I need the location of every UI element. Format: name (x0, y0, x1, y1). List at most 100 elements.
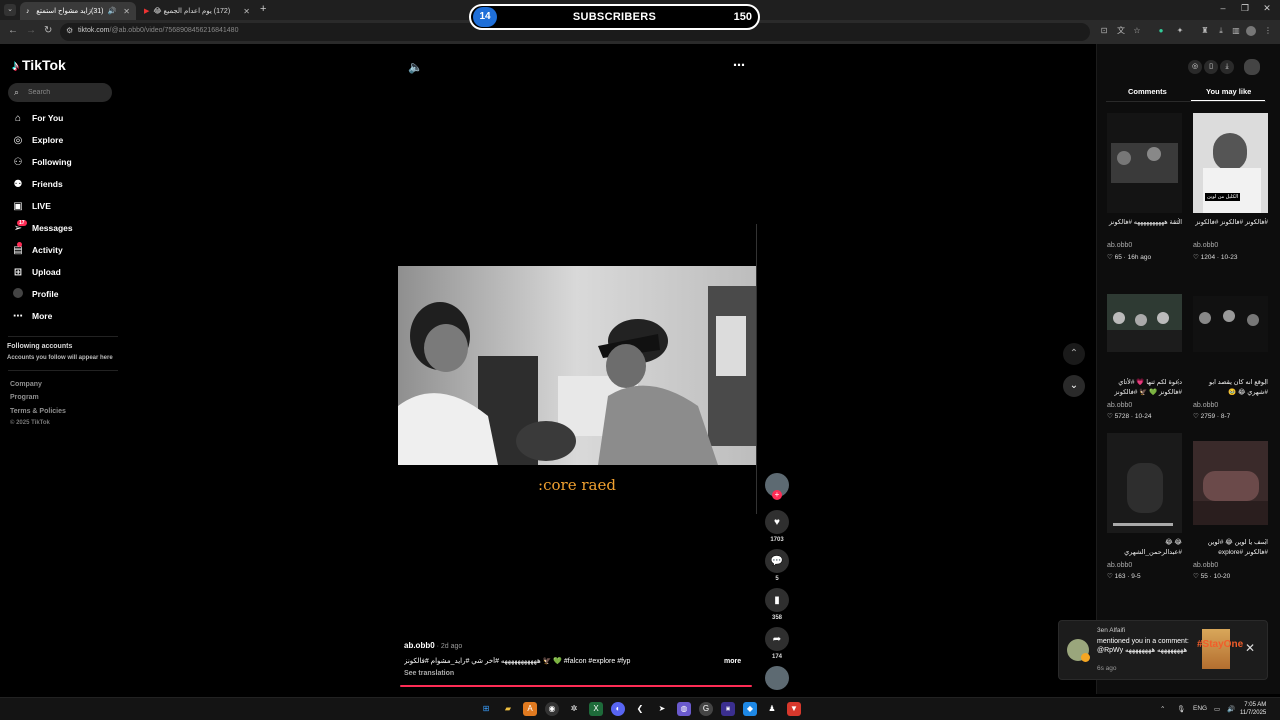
sidebar-item-for-you[interactable]: ⌂ For You (12, 110, 63, 126)
sidebar-item-activity[interactable]: ▤ Activity (12, 241, 63, 258)
tray-expand-icon[interactable]: ⌃ (1160, 705, 1165, 713)
previous-video-button[interactable]: ⌃ (1063, 343, 1085, 365)
puzzle-icon[interactable]: ✦ (1175, 26, 1185, 36)
close-icon[interactable]: ✕ (1245, 641, 1255, 655)
card-author[interactable]: ab.obb0 (1193, 242, 1218, 249)
microphone-icon[interactable]: 🎙 (1177, 705, 1185, 713)
card-title[interactable]: #فالكونز #فالكونز #فالكونز 🦅 💚 ههههههههه… (1193, 218, 1268, 228)
description-more-button[interactable]: more (724, 658, 741, 665)
mention-notification-toast[interactable]: 3en Alfaifi mentioned you in a comment: … (1058, 620, 1268, 680)
app-icon[interactable]: ❮ (633, 702, 647, 716)
card-menu-icon[interactable]: ⋮ (1175, 217, 1182, 225)
discord-icon[interactable]: ◐ (611, 702, 625, 716)
chrome-icon[interactable]: ◉ (545, 702, 559, 716)
app-icon[interactable]: ◍ (677, 702, 691, 716)
excel-icon[interactable]: X (589, 702, 603, 716)
tab-close-icon[interactable]: ✕ (123, 7, 130, 16)
profile-avatar-icon[interactable] (1246, 26, 1256, 36)
share-button[interactable]: ➦ (765, 627, 789, 651)
windows-start-icon[interactable]: ⊞ (479, 702, 493, 716)
tab-audio-icon[interactable]: 🔊 (108, 7, 117, 15)
language-indicator[interactable]: ENG (1193, 705, 1207, 712)
card-title[interactable]: الوقع انه كان يقصد ابو #شهري 😂 🥹 (1193, 378, 1268, 398)
sidebar-item-friends[interactable]: ⚉ Friends (12, 176, 63, 192)
file-explorer-icon[interactable]: ▰ (501, 702, 515, 716)
forward-icon[interactable]: → (26, 25, 36, 36)
app-icon[interactable]: ♟ (765, 702, 779, 716)
card-author[interactable]: ab.obb0 (1193, 562, 1218, 569)
card-title[interactable]: اسف يا لوين 😂 #لوين #فالكونز #explore (1193, 538, 1268, 558)
more-options-icon[interactable]: ⋯ (733, 58, 745, 72)
minimize-button[interactable]: – (1212, 3, 1234, 13)
sidebar-item-live[interactable]: ▣ LIVE (12, 198, 51, 214)
video-card-thumbnail[interactable] (1193, 296, 1268, 352)
restore-button[interactable]: ❐ (1234, 3, 1256, 14)
see-translation-link[interactable]: See translation (404, 670, 454, 677)
download-icon[interactable]: ⤓ (1220, 60, 1234, 74)
footer-program-link[interactable]: Program (10, 394, 39, 401)
card-title[interactable]: الثقة ههههههههههه #فالكونز 💚 🦅 #فالكونز (1107, 218, 1182, 228)
video-author[interactable]: ab.obb0 · 2d ago (404, 641, 462, 650)
app-icon[interactable]: ◆ (743, 702, 757, 716)
card-menu-icon[interactable]: ⋮ (1175, 378, 1182, 386)
like-button[interactable]: ♥ (765, 510, 789, 534)
comment-button[interactable]: 💬 (765, 549, 789, 573)
extension-icon[interactable]: ● (1156, 26, 1166, 36)
install-icon[interactable]: ⊡ (1099, 26, 1109, 36)
network-icon[interactable]: ▭ (1214, 705, 1220, 713)
download-icon[interactable]: ⤓ (1216, 26, 1226, 36)
bookmark-star-icon[interactable]: ☆ (1132, 26, 1142, 36)
tab-comments[interactable]: Comments (1128, 87, 1167, 96)
save-button[interactable]: ▮ (765, 588, 789, 612)
browser-tab[interactable]: ▶ (172) يوم اعدام الجميع 😂 ✕ (138, 2, 256, 20)
card-author[interactable]: ab.obb0 (1107, 242, 1132, 249)
sidepanel-icon[interactable]: ▥ (1231, 26, 1241, 36)
card-menu-icon[interactable]: ⋮ (1262, 378, 1269, 386)
video-card-thumbnail[interactable] (1193, 441, 1268, 525)
reload-icon[interactable]: ↻ (44, 25, 52, 36)
sidebar-item-following[interactable]: ⚇ Following (12, 154, 72, 170)
phone-icon[interactable]: ▯ (1204, 60, 1218, 74)
compass-icon[interactable]: ◎ (1188, 60, 1202, 74)
sidebar-item-profile[interactable]: Profile (12, 286, 58, 302)
footer-company-link[interactable]: Company (10, 381, 42, 388)
card-author[interactable]: ab.obb0 (1107, 562, 1132, 569)
video-player[interactable] (398, 266, 756, 465)
profile-avatar-icon[interactable] (1244, 59, 1260, 75)
sidebar-item-upload[interactable]: ⊞ Upload (12, 264, 61, 280)
next-video-button[interactable]: ⌄ (1063, 375, 1085, 397)
steam-icon[interactable]: ➤ (655, 702, 669, 716)
tab-search-icon[interactable]: ⌄ (4, 4, 16, 16)
follow-plus-icon[interactable]: + (772, 490, 782, 500)
author-avatar[interactable]: + (765, 473, 789, 500)
search-input[interactable] (28, 86, 108, 99)
back-icon[interactable]: ← (8, 25, 18, 36)
browser-tab-active[interactable]: ♪ (31)زايد مشواح استمتع بالحياة 🔊 ✕ (20, 2, 136, 20)
video-card-thumbnail[interactable] (1107, 294, 1182, 352)
card-title[interactable]: 😂 😂 #عبدالرحمن_الشهري (1107, 538, 1182, 558)
search-box[interactable]: ⌕ (8, 83, 112, 102)
card-menu-icon[interactable]: ⋮ (1262, 538, 1269, 546)
app-icon[interactable]: ✲ (567, 702, 581, 716)
extension-icon[interactable]: ♜ (1200, 26, 1210, 36)
app-icon[interactable]: G (699, 702, 713, 716)
video-progress-bar[interactable] (400, 685, 752, 687)
browser-menu-icon[interactable]: ⋮ (1263, 26, 1273, 36)
system-clock[interactable]: 7:05 AM 11/7/2025 (1240, 701, 1266, 717)
sidebar-item-more[interactable]: ⋯ More (12, 308, 52, 324)
card-menu-icon[interactable]: ⋮ (1262, 217, 1269, 225)
card-author[interactable]: ab.obb0 (1193, 402, 1218, 409)
card-title[interactable]: دعوة لكم ثنها 💗 #لأتاي #فالكونز 💚 🦅 #فال… (1107, 378, 1182, 398)
translate-icon[interactable]: 文 (1116, 26, 1126, 36)
sidebar-item-messages[interactable]: ➢ 17 Messages (12, 219, 73, 236)
app-icon[interactable]: ▣ (721, 702, 735, 716)
brave-icon[interactable]: ▼ (787, 702, 801, 716)
sidebar-item-explore[interactable]: ◎ Explore (12, 132, 64, 148)
video-card-thumbnail[interactable] (1107, 433, 1182, 533)
video-card-thumbnail[interactable] (1107, 113, 1182, 213)
app-icon[interactable]: A (523, 702, 537, 716)
speaker-icon[interactable]: 🔊 (1227, 705, 1235, 713)
close-window-button[interactable]: ✕ (1256, 3, 1278, 14)
volume-icon[interactable]: 🔈 (408, 60, 423, 74)
tab-you-may-like[interactable]: You may like (1206, 87, 1251, 96)
